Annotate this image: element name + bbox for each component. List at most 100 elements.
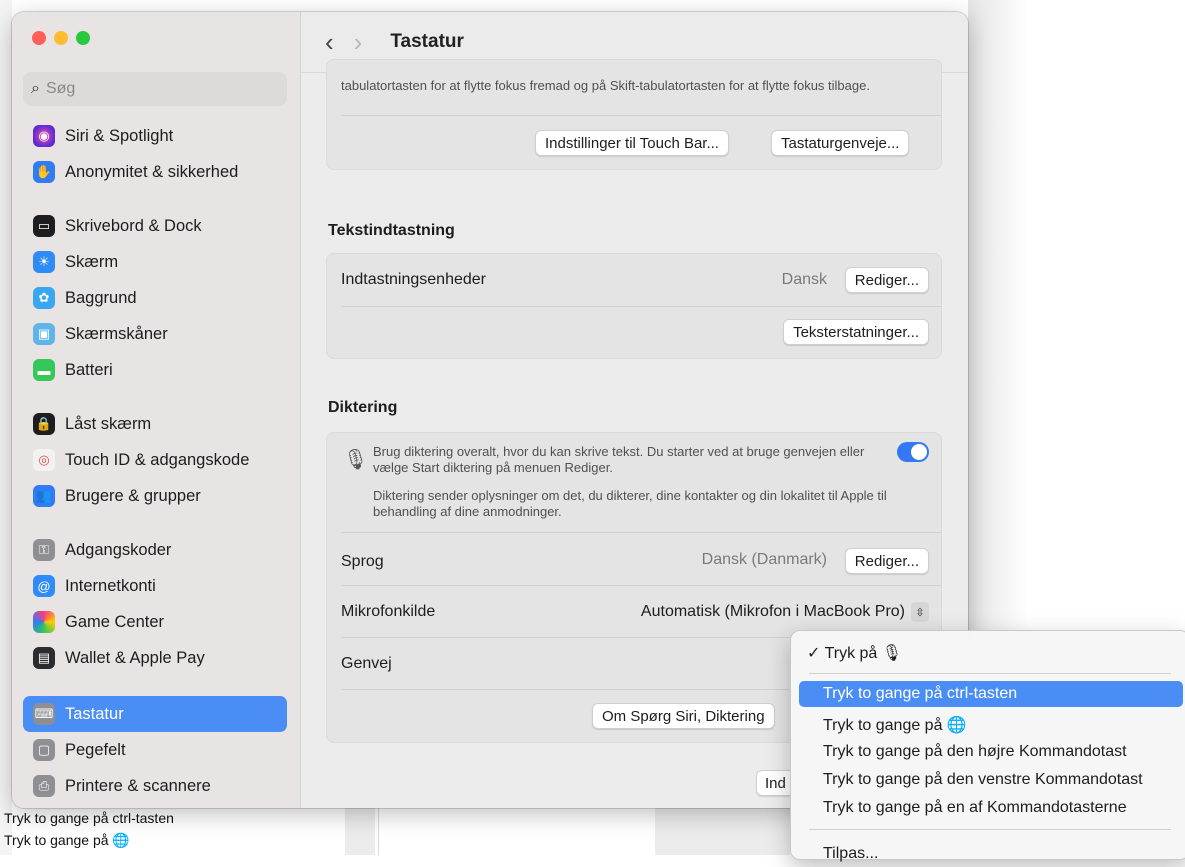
- sidebar-item-label: Touch ID & adgangskode: [65, 450, 250, 469]
- divider: [341, 306, 941, 307]
- sidebar-item-label: Siri & Spotlight: [65, 126, 174, 145]
- sun-icon: ☀: [33, 251, 55, 273]
- input-sources-value: Dansk: [781, 271, 827, 288]
- sidebar-item-trackpad[interactable]: ▢ Pegefelt: [23, 732, 287, 768]
- sidebar-item-label: Anonymitet & sikkerhed: [65, 162, 239, 181]
- touch-bar-settings-button[interactable]: Indstillinger til Touch Bar...: [535, 130, 729, 156]
- sidebar-item-label: Tastatur: [65, 704, 124, 723]
- gamecenter-icon: [33, 611, 55, 633]
- dictation-heading: Diktering: [328, 399, 398, 416]
- hand-icon: ✋: [33, 161, 55, 183]
- background-text: Tryk to gange på ctrl-tasten: [4, 810, 174, 826]
- screensaver-icon: ▣: [33, 323, 55, 345]
- sidebar-item-battery[interactable]: ▬ Batteri: [23, 352, 287, 388]
- minimize-button[interactable]: [54, 31, 68, 45]
- flower-icon: ✿: [33, 287, 55, 309]
- menu-item-either-command[interactable]: Tryk to gange på en af Kommandotasterne: [799, 795, 1183, 821]
- sidebar-item-label: Batteri: [65, 360, 113, 379]
- microphone-source-label: Mikrofonkilde: [341, 603, 436, 620]
- menu-divider: [809, 673, 1171, 674]
- menu-item-customize[interactable]: Tilpas...: [799, 841, 1183, 867]
- sidebar-item-passwords[interactable]: ⚿ Adgangskoder: [23, 532, 287, 568]
- menu-item-left-command[interactable]: Tryk to gange på den venstre Kommandotas…: [799, 767, 1183, 793]
- sidebar-item-game-center[interactable]: Game Center: [23, 604, 287, 640]
- sidebar-item-label: Printere & scannere: [65, 776, 211, 795]
- sidebar-item-label: Wallet & Apple Pay: [65, 648, 205, 667]
- divider: [341, 532, 941, 533]
- window-controls: [32, 31, 90, 45]
- lock-icon: 🔒: [33, 413, 55, 435]
- keyboard-icon: ⌨: [33, 703, 55, 725]
- about-siri-dictation-button[interactable]: Om Spørg Siri, Diktering: [592, 703, 775, 729]
- background-panel: [655, 808, 790, 855]
- users-icon: 👥: [33, 485, 55, 507]
- zoom-button[interactable]: [76, 31, 90, 45]
- sidebar-item-label: Game Center: [65, 612, 165, 631]
- sidebar-item-label: Internetkonti: [65, 576, 156, 595]
- menu-item-globe-twice[interactable]: Tryk to gange på 🌐: [799, 712, 1183, 738]
- language-label: Sprog: [341, 553, 384, 570]
- fingerprint-icon: ◎: [33, 449, 55, 471]
- sidebar-item-privacy[interactable]: ✋ Anonymitet & sikkerhed: [23, 154, 287, 190]
- shortcut-popup-menu: ✓ Tryk på 🎙 Tryk to gange på ctrl-tasten…: [790, 630, 1185, 862]
- key-icon: ⚿: [33, 539, 55, 561]
- at-icon: @: [33, 575, 55, 597]
- divider: [341, 115, 941, 116]
- sidebar-item-label: Skærm: [65, 252, 119, 271]
- menu-divider: [809, 829, 1171, 830]
- microphone-source-value[interactable]: Automatisk (Mikrofon i MacBook Pro): [641, 603, 905, 621]
- keyboard-navigation-text: tabulatortasten for at flytte fokus frem…: [341, 78, 870, 93]
- sidebar-item-label: Brugere & grupper: [65, 486, 201, 505]
- microphone-icon: 🎙: [343, 449, 369, 471]
- text-input-heading: Tekstindtastning: [328, 222, 455, 239]
- menu-item-ctrl-twice[interactable]: Tryk to gange på ctrl-tasten: [799, 681, 1183, 707]
- siri-icon: ◉: [33, 125, 55, 147]
- shortcut-label: Genvej: [341, 655, 392, 672]
- edit-language-button[interactable]: Rediger...: [844, 548, 929, 574]
- divider: [341, 585, 941, 586]
- dictation-toggle[interactable]: [897, 442, 929, 462]
- wallet-icon: ▤: [33, 647, 55, 669]
- printer-icon: ⎙: [33, 775, 55, 797]
- sidebar-item-siri[interactable]: ◉ Siri & Spotlight: [23, 118, 287, 154]
- background-desktop: [0, 0, 12, 855]
- menu-item-press-mic[interactable]: ✓ Tryk på 🎙: [799, 640, 1183, 666]
- sidebar-item-label: Skrivebord & Dock: [65, 216, 202, 235]
- menu-item-right-command[interactable]: Tryk to gange på den højre Kommandotast: [799, 739, 1183, 765]
- sidebar-item-printers[interactable]: ⎙ Printere & scannere: [23, 768, 287, 804]
- sidebar-item-screensaver[interactable]: ▣ Skærmskåner: [23, 316, 287, 352]
- sidebar-item-touch-id[interactable]: ◎ Touch ID & adgangskode: [23, 442, 287, 478]
- close-button[interactable]: [32, 31, 46, 45]
- search-input[interactable]: ⌕ Søg: [23, 72, 287, 106]
- dictation-privacy-text: Diktering sender oplysninger om det, du …: [373, 488, 887, 519]
- dock-icon: ▭: [33, 215, 55, 237]
- input-sources-label: Indtastningsenheder: [341, 271, 486, 288]
- sidebar-item-wallet[interactable]: ▤ Wallet & Apple Pay: [23, 640, 287, 676]
- back-arrow-icon[interactable]: ‹: [325, 29, 334, 55]
- sidebar-item-desktop-dock[interactable]: ▭ Skrivebord & Dock: [23, 208, 287, 244]
- background-panel: [378, 808, 656, 855]
- sidebar-item-label: Skærmskåner: [65, 324, 168, 343]
- sidebar-item-label: Adgangskoder: [65, 540, 172, 559]
- forward-arrow-icon[interactable]: ›: [354, 29, 363, 55]
- sidebar-item-label: Låst skærm: [65, 414, 152, 433]
- sidebar-item-lock-screen[interactable]: 🔒 Låst skærm: [23, 406, 287, 442]
- keyboard-shortcuts-button[interactable]: Tastaturgenveje...: [771, 130, 910, 156]
- sidebar-item-keyboard[interactable]: ⌨ Tastatur: [23, 696, 287, 732]
- search-icon: ⌕: [31, 80, 40, 97]
- sidebar-item-label: Baggrund: [65, 288, 137, 307]
- sidebar-item-users[interactable]: 👥 Brugere & grupper: [23, 478, 287, 514]
- background-text: Tryk to gange på 🌐: [4, 832, 130, 848]
- sidebar-item-internet-accounts[interactable]: @ Internetkonti: [23, 568, 287, 604]
- sidebar-item-display[interactable]: ☀ Skærm: [23, 244, 287, 280]
- chevron-updown-icon[interactable]: ⇳: [911, 602, 929, 622]
- trackpad-icon: ▢: [33, 739, 55, 761]
- sidebar-item-wallpaper[interactable]: ✿ Baggrund: [23, 280, 287, 316]
- edit-input-sources-button[interactable]: Rediger...: [844, 267, 929, 293]
- keyboard-navigation-card: tabulatortasten for at flytte fokus frem…: [326, 59, 942, 170]
- search-placeholder: Søg: [45, 80, 76, 97]
- text-input-card: Indtastningsenheder Dansk Rediger... Tek…: [326, 253, 942, 359]
- text-replacements-button[interactable]: Teksterstatninger...: [783, 319, 929, 345]
- sidebar: ⌕ Søg ◉ Siri & Spotlight ✋ Anonymitet & …: [12, 12, 301, 808]
- battery-icon: ▬: [33, 359, 55, 381]
